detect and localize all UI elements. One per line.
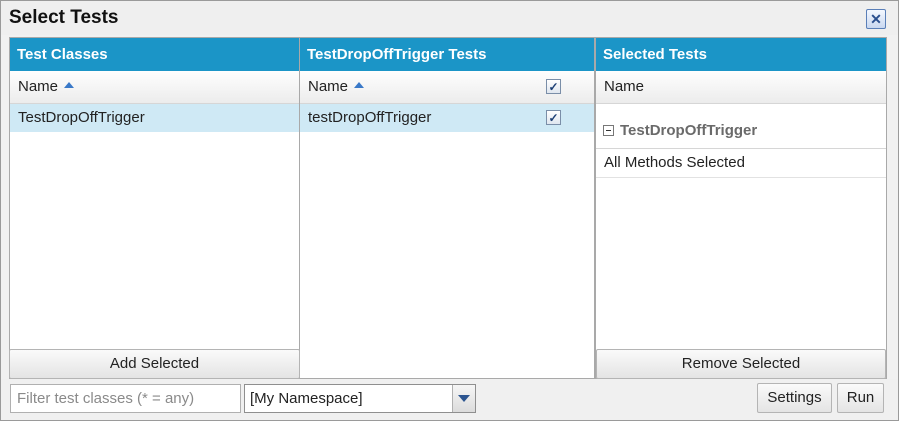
filter-input[interactable] (10, 384, 241, 413)
sort-ascending-icon (354, 82, 365, 89)
selected-item-label: All Methods Selected (604, 154, 745, 171)
select-all-checkbox[interactable]: ✓ (546, 79, 561, 94)
tests-name-column-header[interactable]: Name ✓ (300, 71, 594, 104)
group-name: TestDropOffTrigger (620, 122, 758, 139)
selected-tests-header: Selected Tests (596, 38, 886, 71)
sort-ascending-icon (64, 82, 75, 89)
column-label: Name (604, 78, 645, 95)
test-classes-header: Test Classes (10, 38, 299, 71)
remove-selected-button[interactable]: Remove Selected (596, 349, 886, 379)
collapse-icon[interactable] (603, 124, 614, 136)
test-row[interactable]: testDropOffTrigger ✓ (300, 104, 594, 132)
selected-item-row[interactable]: All Methods Selected (596, 149, 886, 178)
test-checkbox[interactable]: ✓ (546, 110, 561, 125)
test-classes-panel: Test Classes Name TestDropOffTrigger (9, 37, 300, 379)
column-label: Name (308, 78, 349, 95)
select-tests-dialog: Select Tests ✕ Test Classes Name TestDro… (0, 0, 899, 421)
dialog-title: Select Tests (9, 7, 119, 28)
dialog-titlebar: Select Tests ✕ (1, 1, 898, 35)
selected-group-row[interactable]: TestDropOffTrigger (596, 114, 886, 149)
selected-tests-panel: Selected Tests Name TestDropOffTrigger A… (595, 37, 887, 379)
chevron-down-icon[interactable] (452, 385, 475, 412)
settings-button[interactable]: Settings (757, 383, 832, 413)
class-row[interactable]: TestDropOffTrigger (10, 104, 299, 132)
footer-bar: [My Namespace] Settings Run (1, 379, 898, 420)
class-tests-header: TestDropOffTrigger Tests (300, 38, 594, 71)
add-selected-button[interactable]: Add Selected (9, 349, 300, 379)
run-button[interactable]: Run (837, 383, 884, 413)
classes-name-column-header[interactable]: Name (10, 71, 299, 104)
class-tests-panel: TestDropOffTrigger Tests Name ✓ testDrop… (300, 37, 595, 379)
class-name: TestDropOffTrigger (18, 109, 145, 126)
column-label: Name (18, 78, 59, 95)
namespace-value: [My Namespace] (250, 390, 363, 407)
namespace-select[interactable]: [My Namespace] (244, 384, 476, 413)
close-icon[interactable]: ✕ (866, 9, 886, 29)
selected-name-column-header[interactable]: Name (596, 71, 886, 104)
test-name: testDropOffTrigger (308, 109, 432, 126)
